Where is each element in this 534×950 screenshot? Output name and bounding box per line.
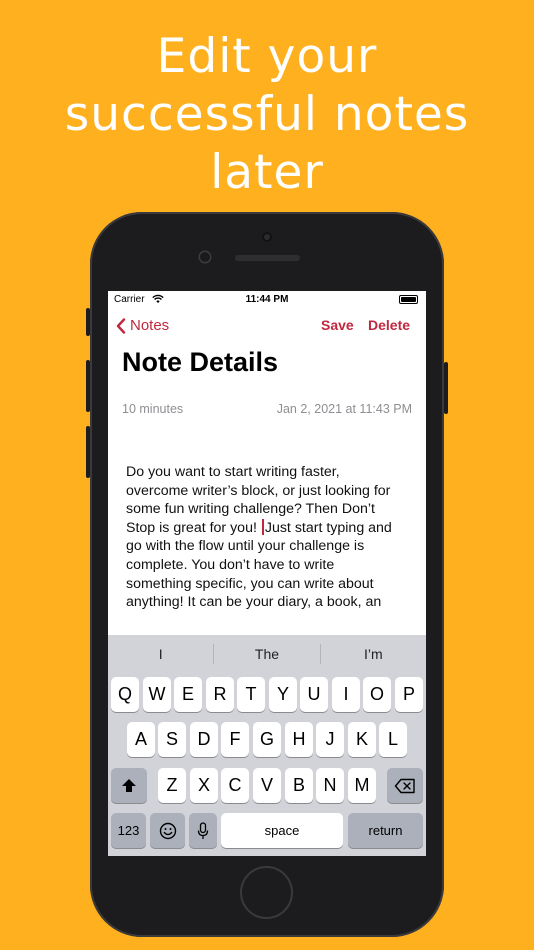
key[interactable]: O [363,677,391,712]
prediction-1[interactable]: I [108,646,213,662]
key[interactable]: B [285,768,313,803]
key-row-2: A S D F G H J K L [108,722,426,757]
shift-arrow-icon [122,779,136,792]
key[interactable]: Q [111,677,139,712]
back-button-label: Notes [130,317,170,334]
key[interactable]: G [253,722,281,757]
battery-icon [399,295,418,304]
shift-key[interactable] [111,768,147,803]
key[interactable]: D [190,722,218,757]
key[interactable]: T [237,677,265,712]
return-key[interactable]: return [348,813,423,848]
prediction-2[interactable]: The [214,646,319,662]
home-button [240,866,293,919]
dictation-key[interactable] [189,813,217,848]
proximity-sensor [200,252,210,262]
note-date: Jan 2, 2021 at 11:43 PM [276,402,412,416]
headline: Edit your successful notes later [0,28,534,202]
chevron-left-icon [116,317,126,334]
earpiece-speaker [235,255,300,261]
navigation-bar: Notes Save Delete [108,313,426,341]
key[interactable]: N [316,768,344,803]
key[interactable]: C [221,768,249,803]
key[interactable]: L [379,722,407,757]
key[interactable]: I [332,677,360,712]
space-key[interactable]: space [221,813,343,848]
key-row-4: 123 space return [108,813,426,848]
phone-screen: Carrier 11:44 PM Notes Save Delete Note … [108,291,426,856]
key[interactable]: S [158,722,186,757]
key[interactable]: R [206,677,234,712]
headline-line-3: later [210,145,324,200]
numbers-key[interactable]: 123 [111,813,146,848]
note-line: anything! It can be your diary, a book, … [126,594,382,611]
key[interactable]: W [143,677,171,712]
backspace-icon [394,778,415,793]
status-time: 11:44 PM [245,294,289,305]
key[interactable]: Y [269,677,297,712]
note-line-segment: Just start typing and [264,519,392,536]
front-camera [262,232,272,242]
predictive-bar: I The I’m [108,635,426,673]
prediction-3[interactable]: I’m [321,646,426,662]
power-button [444,362,448,414]
note-line: Stop is great for you! Just start typing… [126,518,416,538]
microphone-icon [197,821,209,839]
headline-line-1: Edit your [156,29,378,84]
delete-key[interactable] [387,768,423,803]
note-text-area[interactable]: Do you want to start writing faster, ove… [126,463,416,612]
key[interactable]: Z [158,768,186,803]
note-line-segment: Stop is great for you! [126,519,261,536]
key[interactable]: E [174,677,202,712]
keyboard: I The I’m Q W E R T Y U I O P A S D F G … [108,635,426,856]
note-line: complete. You don’t have to write [126,556,335,573]
headline-line-2: successful notes [64,87,470,142]
key[interactable]: X [190,768,218,803]
phone-frame: Carrier 11:44 PM Notes Save Delete Note … [90,212,444,937]
key-row-3: Z X C V B N M [108,768,426,803]
note-line: some fun writing challenge? Then Don’t [126,501,375,518]
note-line: Do you want to start writing faster, [126,464,340,480]
note-duration: 10 minutes [122,402,184,416]
note-line: overcome writer’s block, or just looking… [126,482,391,499]
key[interactable]: J [316,722,344,757]
delete-button[interactable]: Delete [368,317,410,333]
key[interactable]: M [348,768,376,803]
key[interactable]: V [253,768,281,803]
text-cursor [261,518,264,535]
status-bar: Carrier 11:44 PM [108,291,426,309]
note-line: go with the flow until your challenge is [126,538,365,555]
key[interactable]: F [221,722,249,757]
back-button[interactable]: Notes [116,317,169,334]
key-row-1: Q W E R T Y U I O P [108,677,426,712]
key[interactable]: A [127,722,155,757]
key[interactable]: P [395,677,423,712]
emoji-key[interactable] [150,813,185,848]
key[interactable]: H [285,722,313,757]
key[interactable]: U [300,677,328,712]
save-button[interactable]: Save [321,317,354,333]
key[interactable]: K [348,722,376,757]
page-title: Note Details [122,347,279,377]
note-line: something specific, you can write about [126,575,374,592]
emoji-icon [159,822,176,839]
